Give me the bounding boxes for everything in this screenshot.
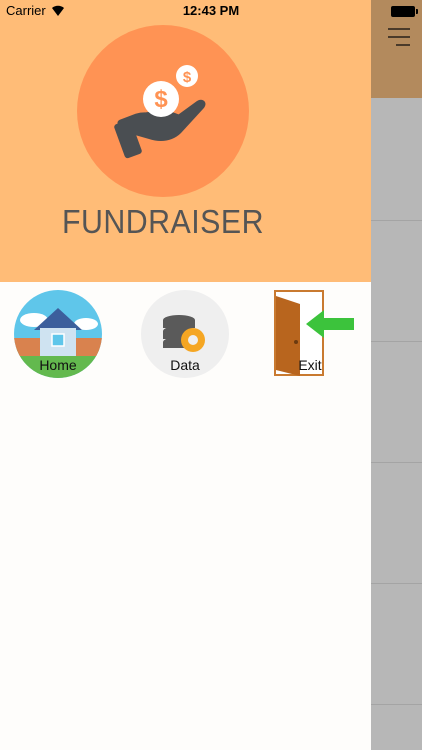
background-row-divider: [371, 583, 422, 584]
app-title: FUNDRAISER: [62, 203, 264, 240]
background-row-divider: [371, 462, 422, 463]
background-row-divider: [371, 220, 422, 221]
status-bar: Carrier 12:43 PM: [0, 0, 422, 22]
svg-text:$: $: [183, 69, 192, 86]
menu-exit-button[interactable]: Exit: [266, 290, 354, 378]
menu-home-button[interactable]: Home: [14, 290, 102, 378]
side-drawer: $ $ FUNDRAISER Home Data Exit: [0, 0, 371, 750]
dollar-hand-icon: $ $: [77, 25, 249, 197]
drawer-header: $ $ FUNDRAISER: [0, 0, 371, 282]
hamburger-icon[interactable]: [388, 28, 410, 46]
menu-home-label: Home: [39, 357, 77, 373]
battery-icon: [391, 6, 418, 17]
background-screen: [371, 0, 422, 750]
background-row-divider: [371, 704, 422, 705]
menu-exit-label: Exit: [298, 357, 322, 373]
menu-data-label: Data: [170, 357, 200, 373]
status-time: 12:43 PM: [182, 3, 240, 18]
svg-text:$: $: [154, 86, 168, 113]
background-row-divider: [371, 341, 422, 342]
menu-data-button[interactable]: Data: [141, 290, 229, 378]
